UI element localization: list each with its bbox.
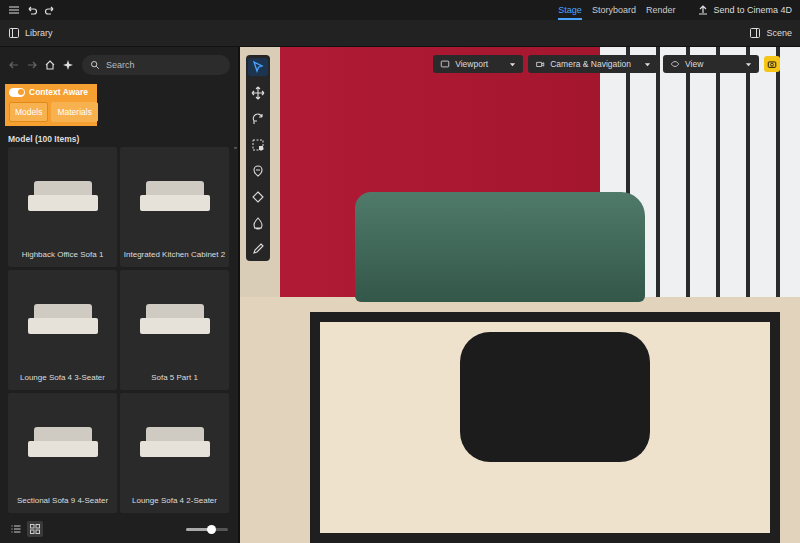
model-thumbnail [120,270,229,371]
select-tool[interactable] [248,58,268,76]
model-thumbnail [120,393,229,494]
library-footer [0,515,238,543]
back-icon[interactable] [8,59,20,71]
redo-icon[interactable] [44,4,56,16]
send-button[interactable]: Send to Cinema 4D [697,4,792,16]
list-view-button[interactable] [8,521,24,537]
mode-tab[interactable]: Render [646,0,676,20]
viewport-dropdown[interactable]: View [663,55,759,73]
viewport[interactable]: Viewport Camera & Navigation View [240,47,800,543]
fill-tool[interactable] [248,188,268,206]
menu-item-icon [535,59,545,69]
place-icon [251,164,265,178]
rotate-tool[interactable] [248,110,268,128]
mode-tab[interactable]: Stage [558,0,582,20]
scale-icon [251,138,265,152]
model-thumbnail [8,147,117,248]
grid-view-button[interactable] [27,521,43,537]
context-box: Context Aware ModelsMaterials [5,84,97,126]
mode-tab[interactable]: Storyboard [592,0,636,20]
chevron-down-icon [644,61,651,68]
move-icon [251,86,265,100]
model-card[interactable]: Integrated Kitchen Cabinet 2 [120,147,229,267]
top-bar: Stage Storyboard Render Send to Cinema 4D [0,0,800,20]
chevron-down-icon [509,61,516,68]
search-field[interactable]: Search [82,55,230,75]
model-card[interactable]: Lounge Sofa 4 2-Seater [120,393,229,513]
scrollbar[interactable] [234,147,237,149]
library-toggle[interactable]: Library [8,27,53,39]
model-card[interactable]: Highback Office Sofa 1 [8,147,117,267]
filter-button[interactable]: Models [9,102,48,122]
model-thumbnail [120,147,229,248]
grid-icon [29,523,41,535]
model-card[interactable]: Sofa 5 Part 1 [120,270,229,390]
model-card[interactable]: Lounge Sofa 4 3-Seater [8,270,117,390]
model-thumbnail [8,270,117,371]
sparkle-icon[interactable] [62,59,74,71]
select-icon [251,60,265,74]
viewport-menus: Viewport Camera & Navigation View [433,55,780,73]
library-panel: Search Context Aware ModelsMaterials Model … [0,47,240,543]
move-tool[interactable] [248,84,268,102]
chevron-down-icon [745,61,752,68]
tool-bar [246,55,270,261]
eyedropper-icon [251,242,265,256]
menu-item-icon [440,59,450,69]
model-grid: Highback Office Sofa 1Integrated Kitchen… [0,147,238,515]
camera-button[interactable] [764,56,780,72]
panel-icon [749,27,761,39]
drop-tool[interactable] [248,214,268,232]
scale-tool[interactable] [248,136,268,154]
list-icon [10,523,22,535]
rotate-icon [251,112,265,126]
menu-icon[interactable] [8,4,20,16]
viewport-dropdown[interactable]: Viewport [433,55,523,73]
place-tool[interactable] [248,162,268,180]
thumbnail-size-slider[interactable] [186,528,228,531]
home-icon[interactable] [44,59,56,71]
filter-button[interactable]: Materials [51,102,97,122]
viewport-dropdown[interactable]: Camera & Navigation [528,55,658,73]
scene-toggle[interactable]: Scene [749,27,792,39]
eyedropper-tool[interactable] [248,240,268,258]
undo-icon[interactable] [26,4,38,16]
forward-icon[interactable] [26,59,38,71]
fill-icon [251,190,265,204]
panel-icon [8,27,20,39]
context-aware-toggle[interactable]: Context Aware [9,87,93,97]
scene-render [240,47,800,543]
upload-icon [697,4,709,16]
model-thumbnail [8,393,117,494]
panel-header-bar: Library Scene [0,20,800,47]
app-window: Stage Storyboard Render Send to Cinema 4D Li… [0,0,800,543]
section-title: Model (100 Items) [0,126,238,147]
camera-icon [767,59,777,69]
menu-item-icon [670,59,680,69]
drop-icon [251,216,265,230]
search-icon [90,60,100,70]
toggle-switch[interactable] [9,88,25,97]
library-nav: Search [0,47,238,79]
model-card[interactable]: Sectional Sofa 9 4-Seater [8,393,117,513]
